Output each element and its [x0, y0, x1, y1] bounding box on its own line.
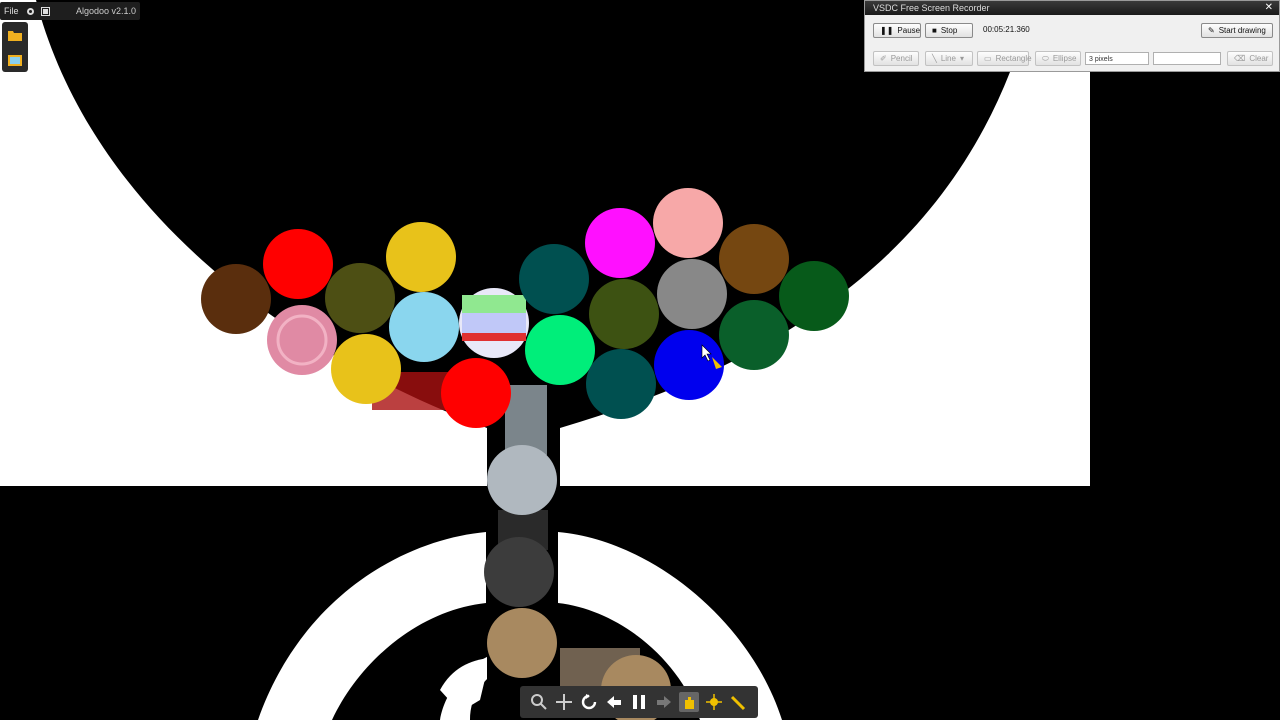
ball-texture [462, 313, 526, 333]
pan-icon[interactable] [554, 692, 574, 712]
pause-icon[interactable] [629, 692, 649, 712]
ball [484, 537, 554, 607]
undo-icon[interactable] [604, 692, 624, 712]
ball [487, 608, 557, 678]
stop-icon: ■ [932, 26, 937, 35]
line-label: Line [940, 54, 956, 63]
ball [657, 259, 727, 329]
algodoo-file-panel [2, 22, 28, 72]
stop-label: Stop [940, 26, 958, 35]
pencil-button[interactable]: ✐ Pencil [873, 51, 919, 66]
move-tool-icon[interactable] [704, 692, 724, 712]
motion-streak [505, 385, 547, 455]
recorder-title: VSDC Free Screen Recorder [873, 3, 990, 13]
ball [586, 349, 656, 419]
algodoo-top-bar: File Algodoo v2.1.0 [0, 2, 140, 20]
reset-icon[interactable] [579, 692, 599, 712]
ball-texture [462, 333, 526, 341]
ball [389, 292, 459, 362]
chevron-down-icon: ▾ [959, 54, 964, 63]
ball [719, 300, 789, 370]
ball [525, 315, 595, 385]
vsdc-recorder-window: VSDC Free Screen Recorder ✕ ❚❚ Pause ■ S… [864, 0, 1280, 72]
clear-label: Clear [1249, 54, 1269, 63]
hand-tool-icon[interactable] [679, 692, 700, 712]
ball [263, 229, 333, 299]
zoom-icon[interactable] [529, 692, 549, 712]
redo-icon[interactable] [654, 692, 674, 712]
settings-icon[interactable] [26, 7, 35, 16]
scene-library-icon[interactable] [7, 52, 23, 68]
ball [719, 224, 789, 294]
version-label: Algodoo v2.1.0 [75, 6, 136, 16]
line-button[interactable]: ╲ Line ▾ [925, 51, 973, 66]
pause-label: Pause [897, 26, 921, 35]
open-folder-icon[interactable] [7, 27, 23, 43]
ball [653, 188, 723, 258]
knife-tool-icon[interactable] [729, 692, 749, 712]
brush-icon: ✎ [1208, 26, 1215, 35]
ellipse-label: Ellipse [1052, 54, 1077, 63]
menu-file[interactable]: File [0, 6, 23, 16]
ball [585, 208, 655, 278]
ball [331, 334, 401, 404]
ellipse-button[interactable]: ⬭ Ellipse [1035, 51, 1081, 66]
start-drawing-button[interactable]: ✎ Start drawing [1201, 23, 1273, 38]
window-icon[interactable] [40, 6, 50, 16]
ball [487, 445, 557, 515]
start-drawing-label: Start drawing [1218, 26, 1266, 35]
recording-timer: 00:05:21.360 [983, 25, 1030, 34]
rectangle-label: Rectangle [995, 54, 1032, 63]
pen-color-select[interactable] [1153, 52, 1221, 65]
ball [441, 358, 511, 428]
ball [201, 264, 271, 334]
pencil-label: Pencil [890, 54, 913, 63]
clear-button[interactable]: ⌫ Clear [1227, 51, 1273, 66]
simulation-canvas[interactable] [0, 0, 1280, 720]
pause-button[interactable]: ❚❚ Pause [873, 23, 921, 38]
close-icon[interactable]: ✕ [1265, 1, 1273, 15]
pause-icon: ❚❚ [880, 26, 894, 35]
pencil-icon: ✐ [880, 54, 887, 63]
rectangle-icon: ▭ [984, 54, 992, 63]
ball [589, 279, 659, 349]
ball [519, 244, 589, 314]
ball [325, 263, 395, 333]
pen-size-value: 3 pixels [1089, 56, 1113, 63]
eraser-icon: ⌫ [1234, 54, 1246, 63]
ellipse-icon: ⬭ [1042, 54, 1049, 63]
ball-texture [462, 295, 526, 313]
pen-size-select[interactable]: 3 pixels [1085, 52, 1149, 65]
rectangle-button[interactable]: ▭ Rectangle [977, 51, 1032, 66]
line-icon: ╲ [932, 54, 937, 63]
recorder-title-bar: VSDC Free Screen Recorder ✕ [865, 1, 1279, 15]
ball [386, 222, 456, 292]
algodoo-bottom-toolbar [520, 686, 758, 718]
ball [779, 261, 849, 331]
stop-button[interactable]: ■ Stop [925, 23, 973, 38]
ball [654, 330, 724, 400]
